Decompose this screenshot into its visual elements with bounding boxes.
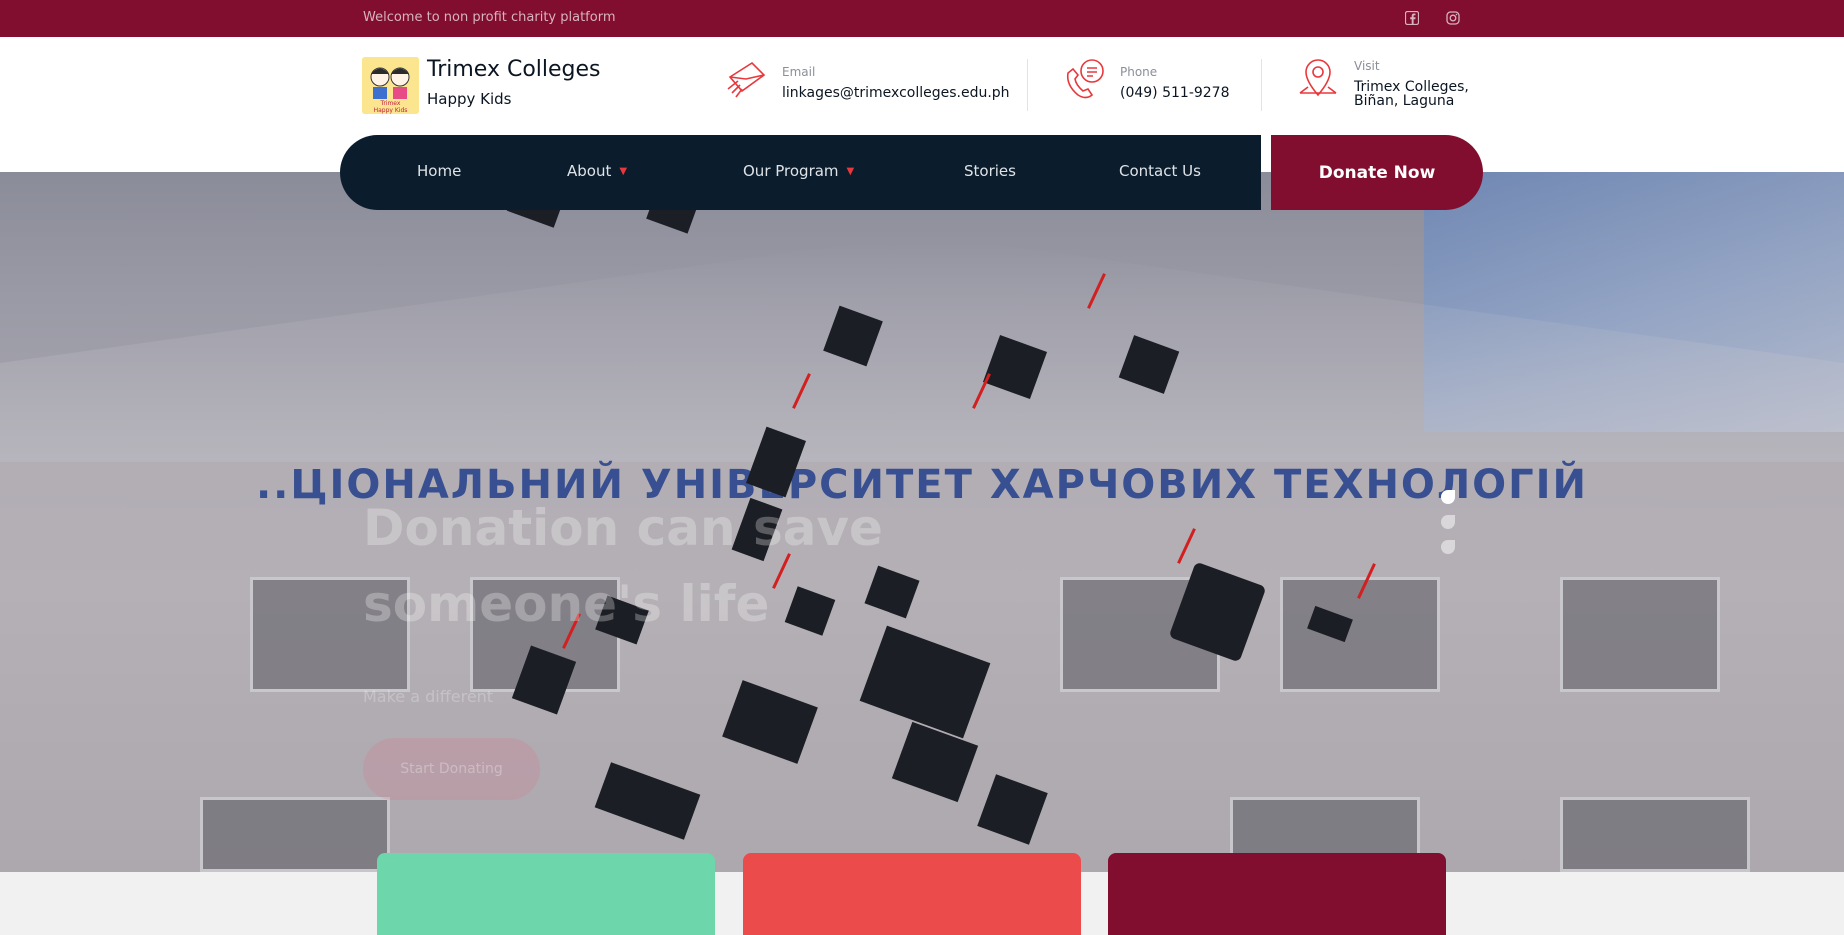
phone-label: Phone (1120, 65, 1158, 79)
hero-headline: Donation can save someone's life (363, 499, 883, 633)
start-donating-button[interactable]: Start Donating (363, 738, 540, 800)
facebook-icon[interactable] (1403, 9, 1421, 27)
feature-card-green[interactable] (377, 853, 715, 935)
welcome-text: Welcome to non profit charity platform (363, 10, 616, 25)
slider-dot-3[interactable] (1441, 540, 1455, 554)
feature-card-red[interactable] (743, 853, 1081, 935)
visit-label: Visit (1354, 59, 1380, 73)
feature-card-maroon[interactable] (1108, 853, 1446, 935)
svg-text:Trimex: Trimex (380, 100, 401, 107)
nav-contact-us[interactable]: Contact Us (1119, 162, 1201, 180)
map-pin-icon (1298, 55, 1342, 105)
caret-down-icon: ▼ (619, 166, 628, 177)
caret-down-icon: ▼ (846, 166, 855, 177)
main-nav: Home About ▼ Our Program ▼ Stories Contact… (340, 135, 1261, 210)
divider (1261, 59, 1262, 111)
brand-tagline: Happy Kids (427, 90, 512, 108)
instagram-icon[interactable] (1444, 9, 1462, 27)
svg-text:Happy Kids: Happy Kids (374, 107, 408, 114)
donate-now-button[interactable]: Donate Now (1271, 135, 1483, 210)
nav-stories-label: Stories (964, 162, 1016, 180)
nav-about-label: About (567, 162, 612, 180)
slider-dot-2[interactable] (1441, 515, 1455, 529)
divider (1027, 59, 1028, 111)
nav-home[interactable]: Home (417, 162, 461, 180)
nav-home-label: Home (417, 162, 462, 180)
hero-subtitle: Make a different (363, 687, 494, 706)
envelope-icon (726, 55, 770, 105)
top-bar: Welcome to non profit charity platform (0, 0, 1844, 37)
nav-about[interactable]: About ▼ (567, 162, 627, 180)
nav-our-program-label: Our Program (743, 162, 839, 180)
brand-name: Trimex Colleges (427, 57, 601, 82)
phone-link[interactable]: (049) 511-9278 (1120, 85, 1230, 101)
email-label: Email (782, 65, 816, 79)
nav-contact-us-label: Contact Us (1119, 162, 1201, 180)
email-link[interactable]: linkages@trimexcolleges.edu.ph (782, 85, 1010, 101)
logo[interactable]: Trimex Happy Kids (362, 57, 419, 114)
slider-dot-1[interactable] (1441, 490, 1455, 504)
visit-line-2: Biñan, Laguna (1354, 93, 1455, 109)
hero-slider: ..ЦІОНАЛЬНИЙ УНІВЕРСИТЕТ ХАРЧОВИХ ТЕХНОЛ… (0, 172, 1844, 872)
phone-icon (1064, 55, 1108, 105)
building-window (1560, 577, 1720, 692)
building-window (200, 797, 390, 872)
nav-stories[interactable]: Stories (964, 162, 1016, 180)
building-window (1560, 797, 1750, 872)
nav-our-program[interactable]: Our Program ▼ (743, 162, 854, 180)
